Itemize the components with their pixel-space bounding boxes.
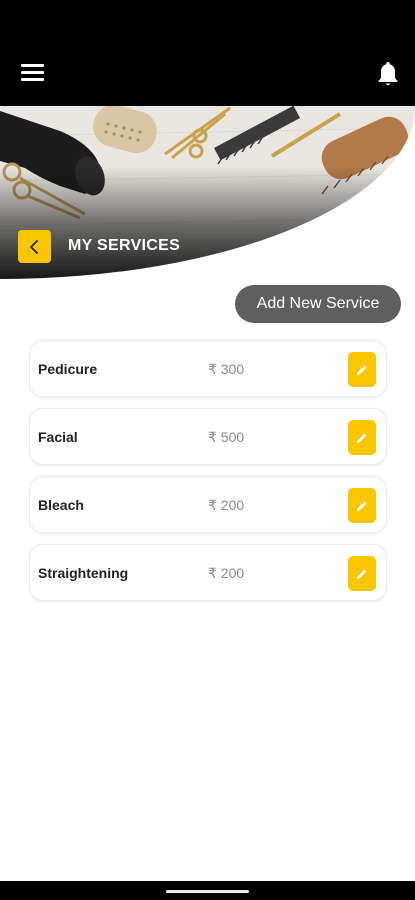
back-button[interactable] <box>18 230 51 263</box>
service-price: ₹ 500 <box>208 429 245 445</box>
service-name: Facial <box>38 429 78 445</box>
edit-service-button[interactable] <box>348 420 376 455</box>
chevron-left-icon <box>29 239 38 254</box>
pencil-icon <box>357 501 367 511</box>
edit-service-button[interactable] <box>348 352 376 387</box>
notifications-button[interactable] <box>376 60 400 88</box>
hamburger-line <box>21 71 44 74</box>
hero-gradient-overlay <box>0 106 415 279</box>
service-price: ₹ 200 <box>208 497 245 513</box>
system-navigation-bar <box>0 881 415 900</box>
hero-banner: MY SERVICES <box>0 106 415 279</box>
pencil-icon <box>357 433 367 443</box>
page-title: MY SERVICES <box>68 237 181 254</box>
service-price: ₹ 300 <box>208 361 245 377</box>
bell-icon <box>378 62 398 86</box>
hamburger-line <box>21 78 44 81</box>
service-card: Pedicure ₹ 300 <box>29 340 387 397</box>
service-card: Straightening ₹ 200 <box>29 544 387 601</box>
services-list: Pedicure ₹ 300 Facial ₹ 500 Bleach ₹ 200… <box>29 340 387 612</box>
hamburger-menu-icon <box>21 64 44 67</box>
pencil-icon <box>357 365 367 375</box>
edit-service-button[interactable] <box>348 556 376 591</box>
service-name: Straightening <box>38 565 129 581</box>
service-card: Facial ₹ 500 <box>29 408 387 465</box>
pencil-icon <box>357 569 367 579</box>
service-name: Bleach <box>38 497 84 513</box>
top-app-bar <box>0 0 415 106</box>
service-price: ₹ 200 <box>208 565 245 581</box>
menu-button[interactable] <box>21 64 45 84</box>
service-name: Pedicure <box>38 361 98 377</box>
home-indicator[interactable] <box>166 890 249 893</box>
service-card: Bleach ₹ 200 <box>29 476 387 533</box>
add-new-service-button[interactable]: Add New Service <box>235 285 401 323</box>
edit-service-button[interactable] <box>348 488 376 523</box>
